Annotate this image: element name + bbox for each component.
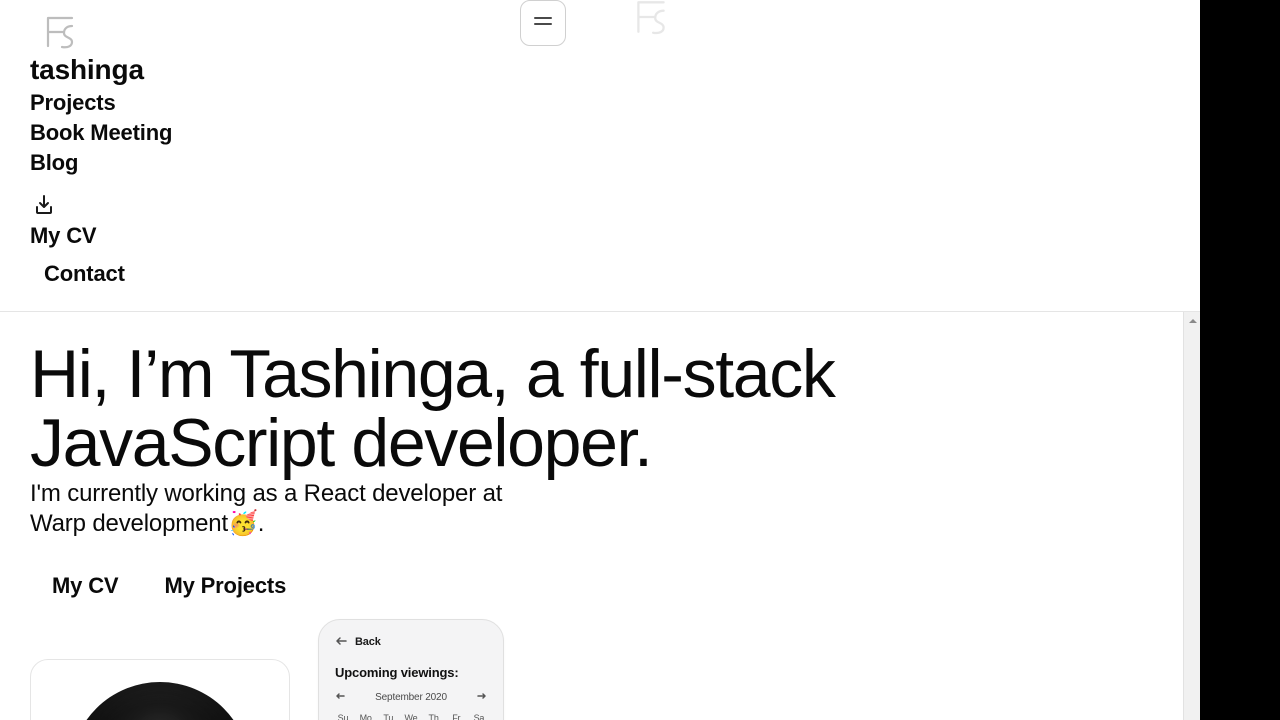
nav-book-meeting[interactable]: Book Meeting bbox=[30, 120, 1170, 146]
brand-name: tashinga bbox=[30, 54, 1170, 86]
brand-logo-icon bbox=[42, 12, 1170, 52]
hero-projects-button[interactable]: My Projects bbox=[164, 573, 286, 599]
nav-list: Projects Book Meeting Blog bbox=[30, 90, 1170, 176]
hero: Hi, I’m Tashinga, a full-stack JavaScrip… bbox=[0, 312, 1100, 599]
arrow-left-icon bbox=[335, 636, 347, 649]
phone-day: Fr bbox=[448, 713, 464, 720]
phone-day: Mo bbox=[358, 713, 374, 720]
phone-back-row: Back bbox=[335, 636, 487, 649]
menu-toggle-button[interactable] bbox=[520, 0, 566, 46]
phone-day: Th bbox=[426, 713, 442, 720]
phone-day: Tu bbox=[380, 713, 396, 720]
hero-title: Hi, I’m Tashinga, a full-stack JavaScrip… bbox=[30, 340, 1070, 479]
phone-back-label: Back bbox=[355, 636, 381, 648]
contact-button[interactable]: Contact bbox=[42, 257, 127, 291]
nav-blog[interactable]: Blog bbox=[30, 150, 1170, 176]
portrait-card bbox=[30, 659, 290, 720]
phone-title: Upcoming viewings: bbox=[335, 665, 487, 680]
calendar-next-icon bbox=[477, 692, 487, 703]
scrollbar[interactable] bbox=[1183, 312, 1200, 720]
page-content: tashinga Projects Book Meeting Blog My C… bbox=[0, 0, 1200, 720]
phone-days-row: Su Mo Tu We Th Fr Sa bbox=[335, 713, 487, 720]
hero-cards: Back Upcoming viewings: September 2020 S… bbox=[0, 619, 1200, 720]
phone-calendar-header: September 2020 bbox=[335, 692, 487, 703]
avatar bbox=[70, 682, 250, 720]
phone-day: We bbox=[403, 713, 419, 720]
calendar-prev-icon bbox=[335, 692, 345, 703]
nav-projects[interactable]: Projects bbox=[30, 90, 1170, 116]
download-icon bbox=[34, 194, 1170, 221]
main-scroll-region: Hi, I’m Tashinga, a full-stack JavaScrip… bbox=[0, 312, 1200, 720]
phone-month-label: September 2020 bbox=[375, 692, 447, 703]
hero-cv-button[interactable]: My CV bbox=[52, 573, 118, 599]
nav-cv-label: My CV bbox=[30, 223, 1170, 249]
brand-logo-ghost-icon bbox=[632, 0, 670, 38]
phone-day: Su bbox=[335, 713, 351, 720]
header: tashinga Projects Book Meeting Blog My C… bbox=[0, 0, 1200, 312]
phone-day: Sa bbox=[471, 713, 487, 720]
phone-mock-card: Back Upcoming viewings: September 2020 S… bbox=[318, 619, 504, 720]
nav-cv[interactable]: My CV bbox=[30, 194, 1170, 249]
hero-actions: My CV My Projects bbox=[52, 573, 1070, 599]
hamburger-icon bbox=[533, 14, 553, 33]
scroll-up-icon bbox=[1184, 312, 1200, 329]
right-black-panel bbox=[1200, 0, 1280, 720]
hero-subtitle: I'm currently working as a React develop… bbox=[30, 479, 510, 539]
